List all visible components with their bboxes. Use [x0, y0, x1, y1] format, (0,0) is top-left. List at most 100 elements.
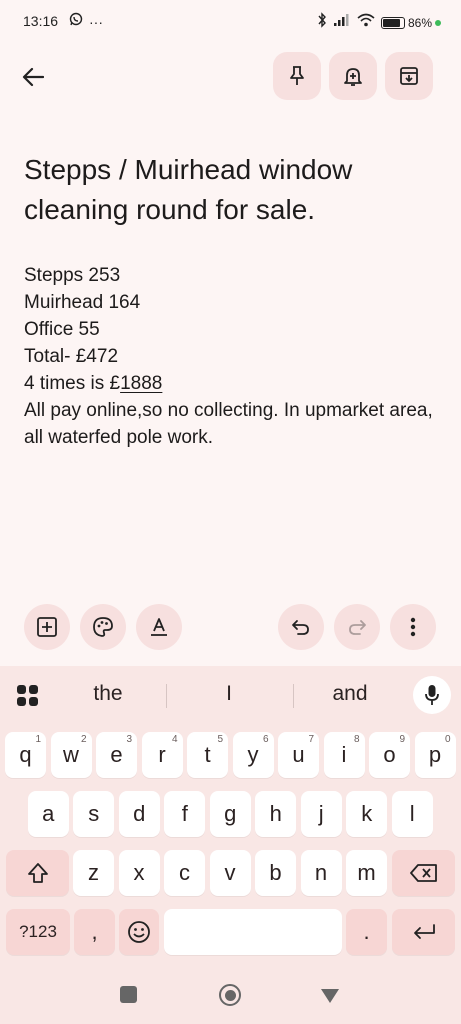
- suggestion-3[interactable]: and: [300, 682, 400, 706]
- backspace-key[interactable]: [392, 850, 455, 896]
- note-title[interactable]: Stepps / Muirhead window cleaning round …: [24, 150, 444, 230]
- key-c[interactable]: c: [164, 850, 205, 896]
- battery-icon: 86%: [380, 15, 441, 30]
- emoji-icon: [128, 921, 150, 943]
- key-label: f: [181, 801, 188, 826]
- key-a[interactable]: a: [27, 791, 69, 837]
- key-hint: 0: [444, 734, 451, 745]
- key-hint: 4: [171, 734, 178, 745]
- archive-icon: [400, 67, 418, 85]
- key-hint: 8: [353, 734, 360, 745]
- key-w[interactable]: w2: [50, 732, 92, 778]
- key-label: u: [292, 742, 305, 767]
- back-nav-icon[interactable]: [320, 988, 340, 1009]
- whatsapp-icon: [69, 12, 83, 31]
- key-v[interactable]: v: [209, 850, 251, 896]
- key-l[interactable]: l: [391, 791, 433, 837]
- key-r[interactable]: r4: [141, 732, 183, 778]
- space-key[interactable]: [164, 909, 342, 955]
- add-content-button[interactable]: [24, 604, 70, 650]
- key-b[interactable]: b: [255, 850, 296, 896]
- key-n[interactable]: n: [300, 850, 342, 896]
- key-label: k: [361, 801, 373, 826]
- voice-input-button[interactable]: [413, 676, 451, 714]
- underlined-word: 1888: [120, 373, 163, 394]
- key-label: b: [269, 860, 282, 885]
- key-u[interactable]: u7: [278, 732, 319, 778]
- apps-grid-icon[interactable]: [16, 684, 40, 713]
- key-label: t: [204, 742, 211, 767]
- key-label: y: [247, 742, 259, 767]
- redo-icon: [349, 620, 366, 635]
- backspace-icon: [409, 864, 437, 882]
- palette-icon: [93, 617, 113, 637]
- more-vert-icon: [410, 617, 416, 637]
- key-d[interactable]: d: [118, 791, 160, 837]
- reminder-button[interactable]: [329, 52, 377, 100]
- symbols-key[interactable]: ?123: [6, 909, 70, 955]
- key-s[interactable]: s: [73, 791, 115, 837]
- more-options-button[interactable]: [390, 604, 436, 650]
- back-button[interactable]: [18, 62, 48, 92]
- microphone-icon: [425, 685, 439, 705]
- battery-percent: 86%: [407, 15, 432, 30]
- key-label: c: [179, 860, 190, 885]
- note-line: Muirhead 164: [24, 292, 141, 313]
- suggestion-2[interactable]: I: [179, 682, 279, 706]
- redo-button[interactable]: [334, 604, 380, 650]
- key-hint: 7: [308, 734, 314, 745]
- key-f[interactable]: f: [164, 791, 206, 837]
- archive-button[interactable]: [385, 52, 433, 100]
- key-label: j: [318, 801, 324, 826]
- key-e[interactable]: e3: [96, 732, 137, 778]
- system-nav-bar: [0, 966, 461, 1024]
- undo-button[interactable]: [278, 604, 324, 650]
- key-label: w: [63, 742, 79, 767]
- keyboard: the I and ?123 , . q1w2e3r4t5y6u7i8o9p0a…: [0, 666, 461, 1024]
- add-box-icon: [37, 617, 57, 637]
- key-label: i: [341, 742, 347, 767]
- shift-key[interactable]: [6, 850, 69, 896]
- suggestion-divider: [166, 684, 167, 708]
- key-z[interactable]: z: [73, 850, 114, 896]
- background-options-button[interactable]: [80, 604, 126, 650]
- key-j[interactable]: j: [300, 791, 342, 837]
- key-o[interactable]: o9: [369, 732, 410, 778]
- editor-toolbar: [0, 604, 461, 652]
- key-label: p: [428, 742, 442, 767]
- enter-key[interactable]: [392, 909, 455, 955]
- key-label: x: [133, 860, 145, 885]
- recents-icon[interactable]: [120, 986, 137, 1003]
- key-y[interactable]: y6: [232, 732, 274, 778]
- key-p[interactable]: p0: [414, 732, 456, 778]
- note-line-prefix: 4 times is £: [24, 373, 121, 394]
- suggestion-1[interactable]: the: [58, 682, 158, 706]
- key-h[interactable]: h: [255, 791, 297, 837]
- key-hint: 6: [262, 734, 269, 745]
- note-line: All pay online,so no collecting. In upma…: [24, 400, 433, 448]
- pin-button[interactable]: [273, 52, 321, 100]
- key-label: m: [357, 860, 376, 885]
- key-label: s: [88, 801, 100, 826]
- key-hint: 9: [399, 734, 405, 745]
- key-x[interactable]: x: [118, 850, 160, 896]
- key-g[interactable]: g: [209, 791, 251, 837]
- emoji-key[interactable]: [119, 909, 159, 955]
- note-body[interactable]: Stepps 253 Muirhead 164 Office 55 Total-…: [24, 262, 444, 451]
- note-line: 4 times is £1888: [24, 370, 444, 397]
- text-format-button[interactable]: [136, 604, 182, 650]
- key-i[interactable]: i8: [323, 732, 365, 778]
- home-icon[interactable]: [219, 984, 241, 1006]
- key-label: q: [19, 742, 32, 767]
- key-m[interactable]: m: [346, 850, 387, 896]
- comma-key[interactable]: ,: [74, 909, 115, 955]
- period-key[interactable]: .: [346, 909, 387, 955]
- enter-icon: [413, 924, 435, 939]
- key-hint: 1: [35, 734, 41, 745]
- key-q[interactable]: q1: [5, 732, 46, 778]
- key-k[interactable]: k: [346, 791, 388, 837]
- key-t[interactable]: t5: [187, 732, 228, 778]
- bluetooth-icon: [317, 12, 327, 33]
- key-label: z: [88, 860, 99, 885]
- status-time: 13:16: [23, 13, 59, 29]
